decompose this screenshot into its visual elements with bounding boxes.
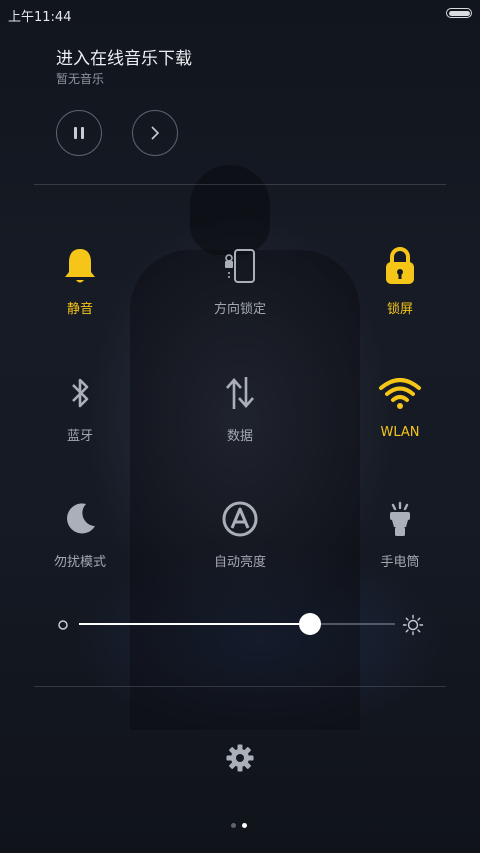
toggle-lock-screen[interactable]: 锁屏 <box>345 244 455 317</box>
status-time: 上午11:44 <box>8 10 72 25</box>
toggle-wlan-label: WLAN <box>380 425 420 440</box>
toggle-mute-label: 静音 <box>66 302 93 317</box>
bell-icon <box>58 244 102 288</box>
toggle-wlan[interactable]: WLAN <box>345 371 455 440</box>
brightness-low-icon <box>58 620 68 630</box>
toggle-mobile-data-label: 数据 <box>226 429 253 444</box>
next-track-button[interactable] <box>132 110 178 156</box>
toggle-auto-brightness[interactable]: 自动亮度 <box>185 497 295 570</box>
brightness-track[interactable] <box>79 623 395 625</box>
toggle-do-not-disturb[interactable]: 勿扰模式 <box>25 497 135 570</box>
flashlight-icon <box>378 497 422 541</box>
toggle-mute[interactable]: 静音 <box>25 244 135 317</box>
toggle-auto-brightness-label: 自动亮度 <box>213 555 266 570</box>
page-indicator <box>231 813 253 832</box>
toggle-lock-screen-label: 锁屏 <box>386 302 413 317</box>
toggle-flashlight-label: 手电筒 <box>380 555 420 570</box>
music-title[interactable]: 进入在线音乐下载 <box>56 44 192 69</box>
toggle-rotation-lock-label: 方向锁定 <box>213 302 266 317</box>
divider-top <box>34 184 446 185</box>
wifi-icon <box>378 371 422 415</box>
data-arrows-icon <box>218 371 262 415</box>
play-pause-button[interactable] <box>56 110 102 156</box>
toggle-do-not-disturb-label: 勿扰模式 <box>53 555 106 570</box>
toggle-bluetooth[interactable]: 蓝牙 <box>25 371 135 444</box>
gear-icon <box>226 744 254 772</box>
brightness-slider[interactable] <box>56 612 426 638</box>
moon-icon <box>58 497 102 541</box>
divider-bottom <box>34 686 446 687</box>
pause-icon <box>74 127 84 139</box>
toggle-mobile-data[interactable]: 数据 <box>185 371 295 444</box>
brightness-high-icon <box>402 614 424 636</box>
padlock-icon <box>378 244 422 288</box>
status-bar: 上午11:44 <box>0 0 480 26</box>
toggle-bluetooth-label: 蓝牙 <box>66 429 93 444</box>
auto-brightness-icon <box>218 497 262 541</box>
toggle-rotation-lock[interactable]: 方向锁定 <box>185 244 295 317</box>
music-subtitle: 暂无音乐 <box>56 72 105 86</box>
bluetooth-icon <box>58 371 102 415</box>
page-dot-2[interactable] <box>242 823 247 828</box>
page-dot-1[interactable] <box>231 823 236 828</box>
toggle-flashlight[interactable]: 手电筒 <box>345 497 455 570</box>
rotation-lock-icon <box>218 244 262 288</box>
battery-icon <box>446 8 472 18</box>
chevron-right-icon <box>151 126 160 140</box>
settings-button[interactable] <box>225 743 255 773</box>
brightness-knob[interactable] <box>298 613 321 635</box>
